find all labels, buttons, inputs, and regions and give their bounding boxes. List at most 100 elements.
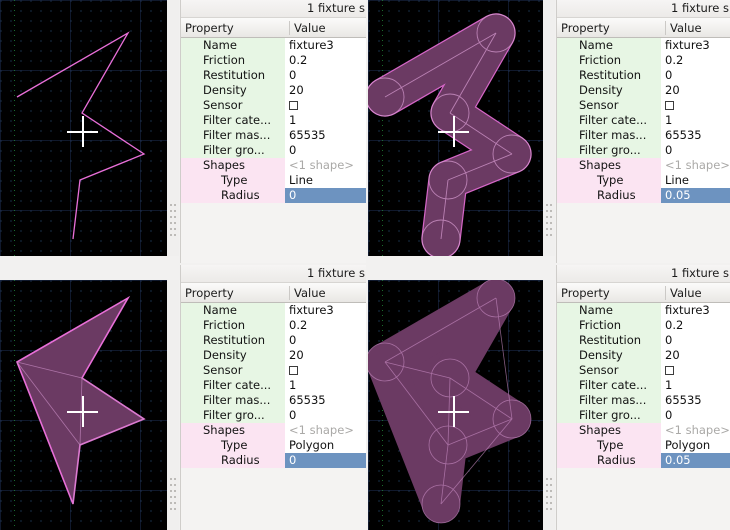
table-row[interactable]: Name fixture3	[557, 303, 730, 318]
table-row[interactable]: Restitution 0	[557, 68, 730, 83]
property-value-cell[interactable]: Polygon	[661, 438, 730, 453]
table-row[interactable]: Filter mas... 65535	[181, 128, 366, 143]
property-value-cell[interactable]: 0	[285, 68, 366, 83]
property-value-cell[interactable]: 20	[661, 83, 730, 98]
column-header-property[interactable]: Property	[557, 20, 666, 35]
table-row[interactable]: Restitution 0	[181, 333, 366, 348]
column-header-value[interactable]: Value	[290, 21, 366, 35]
viewport-polygon-radius-005[interactable]	[368, 280, 543, 530]
table-row[interactable]: Shapes <1 shape>	[181, 423, 366, 450]
table-row[interactable]: Radius 0	[181, 453, 366, 468]
property-value-cell[interactable]: fixture3	[285, 303, 366, 318]
viewport-line-radius-0[interactable]	[0, 0, 167, 256]
property-value-cell[interactable]: 0	[661, 143, 730, 158]
viewport-polygon-radius-0[interactable]	[0, 280, 167, 530]
table-row[interactable]: Type Polygon	[181, 438, 366, 453]
table-row[interactable]: Name fixture3	[181, 38, 366, 53]
column-header-property[interactable]: Property	[181, 285, 290, 300]
sensor-checkbox[interactable]	[665, 366, 674, 375]
table-row[interactable]: Radius 0.05	[557, 453, 730, 468]
property-value-cell[interactable]: 0	[661, 333, 730, 348]
property-value-cell[interactable]: Line	[661, 173, 730, 188]
property-value-cell[interactable]: 0	[285, 143, 366, 158]
table-row[interactable]: Filter gro... 0	[557, 408, 730, 423]
table-row[interactable]: Filter gro... 0	[181, 408, 366, 423]
column-header-property[interactable]: Property	[181, 20, 290, 35]
table-row[interactable]: Type Polygon	[557, 438, 730, 453]
table-row[interactable]: Restitution 0	[181, 68, 366, 83]
sensor-checkbox[interactable]	[289, 366, 298, 375]
property-value-cell[interactable]: fixture3	[285, 38, 366, 53]
property-value-cell[interactable]: 0	[285, 333, 366, 348]
property-value-cell[interactable]: 65535	[661, 393, 730, 408]
property-value-cell[interactable]: 20	[285, 83, 366, 98]
property-value-cell[interactable]: Line	[285, 173, 366, 188]
scrollbar-grip[interactable]	[170, 204, 176, 238]
table-row[interactable]: Type Line	[557, 173, 730, 188]
property-value-cell[interactable]: 0.2	[285, 53, 366, 68]
property-value-cell[interactable]: 65535	[661, 128, 730, 143]
table-row[interactable]: Filter cate... 1	[557, 378, 730, 393]
viewport-scrollbar[interactable]	[543, 0, 555, 256]
table-row[interactable]: Density 20	[557, 83, 730, 98]
property-value-cell[interactable]: 1	[285, 378, 366, 393]
table-row[interactable]: Name fixture3	[557, 38, 730, 53]
table-row[interactable]: Shapes <1 shape>	[181, 158, 366, 185]
table-row[interactable]: Filter gro... 0	[557, 143, 730, 158]
table-row[interactable]: Radius 0.05	[557, 188, 730, 203]
property-value-cell[interactable]: <1 shape>	[285, 158, 366, 173]
table-row[interactable]: Filter mas... 65535	[557, 128, 730, 143]
table-row[interactable]: Filter cate... 1	[181, 113, 366, 128]
property-value-cell[interactable]	[285, 363, 366, 378]
table-row[interactable]: Sensor	[181, 363, 366, 378]
property-value-cell[interactable]: 0.2	[661, 318, 730, 333]
viewport-scrollbar[interactable]	[167, 0, 179, 256]
property-value-cell[interactable]: 0	[661, 408, 730, 423]
table-row[interactable]: Sensor	[181, 98, 366, 113]
property-value-cell[interactable]: 0	[661, 68, 730, 83]
property-value-cell[interactable]	[661, 98, 730, 113]
table-row[interactable]: Shapes <1 shape>	[557, 158, 730, 185]
scrollbar-grip[interactable]	[546, 204, 552, 238]
table-row[interactable]: Sensor	[557, 98, 730, 113]
table-row[interactable]: Friction 0.2	[181, 53, 366, 68]
property-value-cell[interactable]: 0	[285, 188, 366, 203]
sensor-checkbox[interactable]	[289, 101, 298, 110]
table-row[interactable]: Density 20	[181, 348, 366, 363]
table-row[interactable]: Filter gro... 0	[181, 143, 366, 158]
property-value-cell[interactable]: <1 shape>	[285, 423, 366, 438]
table-row[interactable]: Restitution 0	[557, 333, 730, 348]
property-value-cell[interactable]: 65535	[285, 393, 366, 408]
scrollbar-grip[interactable]	[170, 478, 176, 512]
viewport-scrollbar[interactable]	[167, 280, 179, 530]
property-value-cell[interactable]: 20	[285, 348, 366, 363]
property-value-cell[interactable]	[661, 363, 730, 378]
table-row[interactable]: Density 20	[557, 348, 730, 363]
property-value-cell[interactable]: Polygon	[285, 438, 366, 453]
property-value-cell[interactable]: <1 shape>	[661, 158, 730, 173]
property-value-cell[interactable]: 0	[285, 408, 366, 423]
property-value-cell[interactable]: 0	[285, 453, 366, 468]
property-value-cell[interactable]: 0.2	[661, 53, 730, 68]
table-row[interactable]: Radius 0	[181, 188, 366, 203]
property-value-cell[interactable]: 1	[661, 113, 730, 128]
property-value-cell[interactable]: fixture3	[661, 38, 730, 53]
property-value-cell[interactable]: <1 shape>	[661, 423, 730, 438]
property-value-cell[interactable]: 65535	[285, 128, 366, 143]
viewport-scrollbar[interactable]	[543, 280, 555, 530]
table-row[interactable]: Name fixture3	[181, 303, 366, 318]
table-row[interactable]: Filter cate... 1	[181, 378, 366, 393]
property-value-cell[interactable]: 1	[285, 113, 366, 128]
property-value-cell[interactable]: 0.2	[285, 318, 366, 333]
table-row[interactable]: Filter cate... 1	[557, 113, 730, 128]
property-value-cell[interactable]: 1	[661, 378, 730, 393]
column-header-property[interactable]: Property	[557, 285, 666, 300]
property-value-cell[interactable]: fixture3	[661, 303, 730, 318]
column-header-value[interactable]: Value	[290, 286, 366, 300]
table-row[interactable]: Friction 0.2	[557, 53, 730, 68]
table-row[interactable]: Density 20	[181, 83, 366, 98]
column-header-value[interactable]: Value	[666, 21, 730, 35]
table-row[interactable]: Type Line	[181, 173, 366, 188]
property-value-cell[interactable]: 0.05	[661, 188, 730, 203]
scrollbar-grip[interactable]	[546, 478, 552, 512]
